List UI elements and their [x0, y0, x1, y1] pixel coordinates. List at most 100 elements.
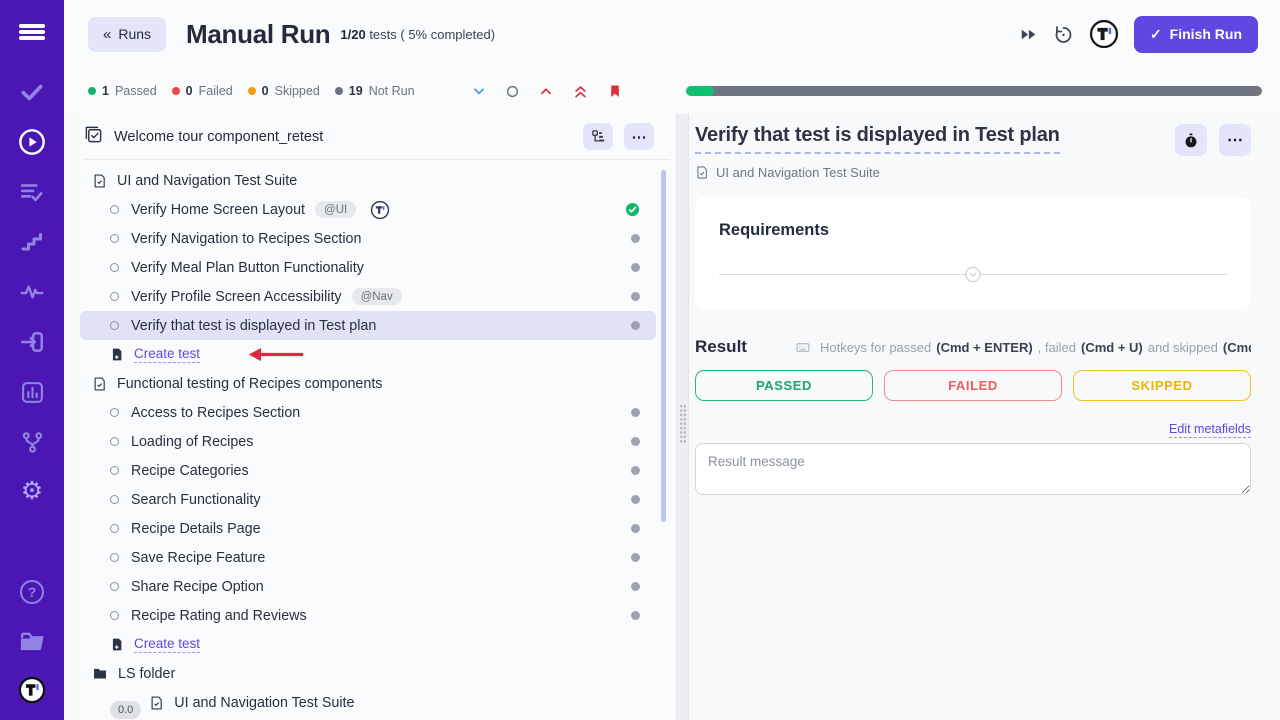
test-row-selected[interactable]: Verify that test is displayed in Test pl… — [80, 311, 656, 340]
main-area: « Runs Manual Run 1/20 tests ( 5% comple… — [64, 0, 1280, 720]
test-row[interactable]: Access to Recipes Section — [80, 398, 656, 427]
requirements-expand-toggle[interactable] — [965, 266, 982, 283]
more-icon: ⋯ — [1227, 130, 1243, 150]
test-title: Search Functionality — [131, 492, 261, 508]
steps-icon[interactable] — [18, 228, 46, 256]
skipped-button[interactable]: SKIPPED — [1073, 370, 1251, 401]
checklist-icon — [84, 125, 103, 149]
run-play-icon[interactable] — [18, 128, 46, 156]
bookmark-icon[interactable] — [608, 83, 622, 99]
notrun-status-dot — [631, 553, 640, 562]
chevron-down-icon[interactable] — [472, 84, 486, 98]
edit-metafields-link[interactable]: Edit metafields — [1169, 422, 1251, 438]
tree-view-button[interactable] — [583, 123, 613, 150]
help-icon[interactable]: ? — [18, 578, 46, 606]
test-row[interactable]: Recipe Categories — [80, 456, 656, 485]
suite-row[interactable]: Functional testing of Recipes components — [80, 369, 656, 398]
test-bullet — [110, 582, 119, 591]
stat-skipped: 0Skipped — [248, 84, 320, 98]
notrun-status-dot — [631, 263, 640, 272]
create-test-link[interactable]: Create test — [134, 346, 200, 363]
branches-icon[interactable] — [18, 428, 46, 456]
passed-button[interactable]: PASSED — [695, 370, 873, 401]
back-to-runs-label: Runs — [118, 26, 151, 42]
menu-icon[interactable] — [18, 18, 46, 46]
settings-gear-icon[interactable]: ⚙ — [18, 477, 46, 505]
back-to-runs-button[interactable]: « Runs — [88, 17, 166, 52]
test-bullet — [110, 611, 119, 620]
test-row[interactable]: Recipe Details Page — [80, 514, 656, 543]
test-title: Recipe Rating and Reviews — [131, 608, 307, 624]
notrun-status-dot — [631, 495, 640, 504]
detail-more-button[interactable]: ⋯ — [1219, 124, 1251, 156]
timer-button[interactable] — [1175, 124, 1207, 156]
create-test-row[interactable]: Create test — [80, 630, 656, 659]
circle-filter-icon[interactable] — [506, 85, 519, 98]
test-bullet — [110, 408, 119, 417]
suite-doc-icon — [92, 173, 107, 189]
back-chevrons-icon: « — [103, 26, 111, 43]
suite-name: UI and Navigation Test Suite — [716, 165, 880, 180]
skipped-dot — [248, 87, 256, 95]
fast-forward-icon[interactable] — [1019, 25, 1038, 44]
failed-button[interactable]: FAILED — [884, 370, 1062, 401]
test-detail-panel: Verify that test is displayed in Test pl… — [695, 114, 1280, 720]
test-bullet — [110, 234, 119, 243]
test-row[interactable]: Verify Meal Plan Button Functionality — [80, 253, 656, 282]
tree-header: Welcome tour component_retest ⋯ — [84, 120, 670, 160]
finish-run-button[interactable]: ✓ Finish Run — [1134, 16, 1258, 53]
tree-scrollbar-thumb[interactable] — [661, 170, 666, 522]
test-title: Save Recipe Feature — [131, 550, 265, 566]
passed-check-icon — [625, 202, 640, 217]
create-test-row[interactable]: Create test — [80, 340, 656, 369]
test-row[interactable]: Verify Profile Screen Accessibility @Nav — [80, 282, 656, 311]
test-row[interactable]: Loading of Recipes — [80, 427, 656, 456]
test-title: Share Recipe Option — [131, 579, 264, 595]
test-bullet — [110, 524, 119, 533]
suite-row[interactable]: UI and Navigation Test Suite — [80, 166, 656, 195]
test-title: Verify Profile Screen Accessibility — [131, 289, 342, 305]
suite-doc-icon — [149, 695, 164, 711]
suite-title: Functional testing of Recipes components — [117, 376, 382, 392]
suite-title: UI and Navigation Test Suite — [174, 695, 354, 711]
project-title: Welcome tour component_retest — [114, 129, 323, 145]
hotkeys-hint: Hotkeys for passed (Cmd + ENTER) , faile… — [794, 340, 1251, 355]
notrun-status-dot — [631, 466, 640, 475]
result-title: Result — [695, 337, 747, 357]
tree-more-button[interactable]: ⋯ — [624, 123, 654, 150]
test-row[interactable]: Verify Navigation to Recipes Section — [80, 224, 656, 253]
test-row[interactable]: Search Functionality — [80, 485, 656, 514]
drag-grip-icon — [679, 404, 686, 444]
analytics-chart-icon[interactable] — [18, 378, 46, 406]
test-title: Verify that test is displayed in Test pl… — [131, 318, 376, 334]
list-check-icon[interactable] — [18, 178, 46, 206]
test-bullet — [110, 263, 119, 272]
notrun-status-dot — [631, 524, 640, 533]
suite-row-partial[interactable]: 0.0 UI and Navigation Test Suite — [80, 688, 656, 717]
rerun-timer-icon[interactable] — [1053, 24, 1074, 45]
panel-resize-divider[interactable] — [676, 114, 689, 720]
chevron-up-icon[interactable] — [539, 84, 553, 98]
folder-row[interactable]: LS folder — [80, 659, 656, 688]
test-row[interactable]: Save Recipe Feature — [80, 543, 656, 572]
file-plus-icon — [110, 347, 124, 362]
testomat-logo[interactable] — [18, 676, 46, 704]
projects-folder-icon[interactable] — [18, 628, 46, 656]
stat-passed: 1Passed — [88, 84, 157, 98]
test-bullet — [110, 292, 119, 301]
test-row[interactable]: Share Recipe Option — [80, 572, 656, 601]
notrun-status-dot — [631, 408, 640, 417]
create-test-link[interactable]: Create test — [134, 636, 200, 653]
import-icon[interactable] — [18, 328, 46, 356]
activity-icon[interactable] — [18, 278, 46, 306]
stat-failed: 0Failed — [172, 84, 233, 98]
test-row[interactable]: Verify Home Screen Layout @UI — [80, 195, 656, 224]
finish-run-label: Finish Run — [1170, 26, 1242, 42]
test-row[interactable]: Recipe Rating and Reviews — [80, 601, 656, 630]
tasks-check-icon[interactable] — [18, 78, 46, 106]
chevrons-up-icon[interactable] — [573, 84, 588, 99]
check-icon: ✓ — [1150, 26, 1162, 43]
testomat-badge-logo — [1089, 19, 1119, 49]
result-message-input[interactable] — [695, 443, 1251, 495]
test-bullet — [110, 321, 119, 330]
